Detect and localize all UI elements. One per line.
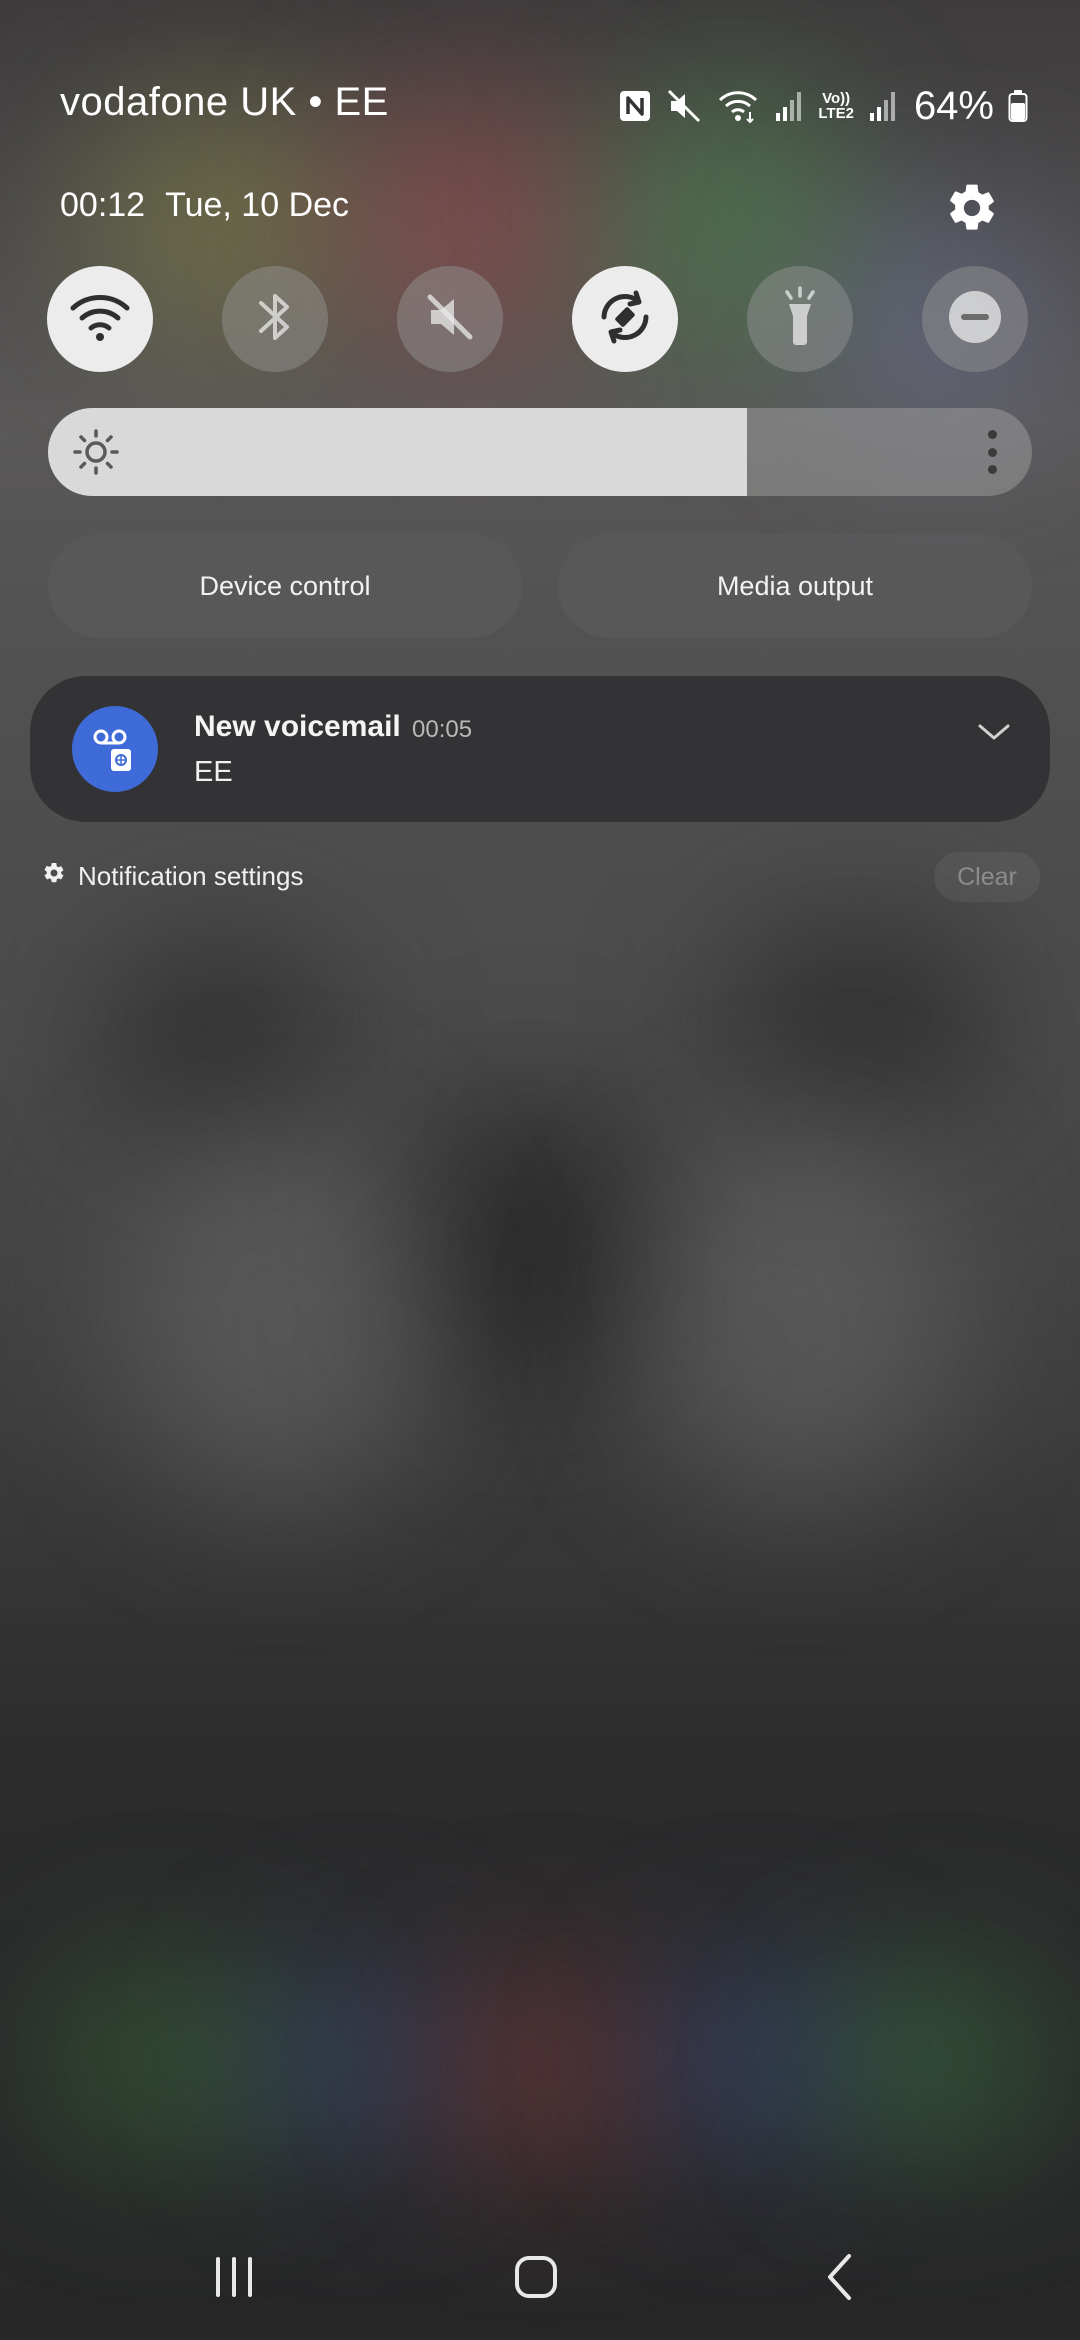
brightness-more-options-icon[interactable] xyxy=(986,430,998,474)
clear-button[interactable]: Clear xyxy=(934,852,1040,902)
dnd-icon xyxy=(947,289,1003,350)
notification-settings-label: Notification settings xyxy=(78,860,304,891)
wifi-icon xyxy=(69,290,131,349)
gear-icon xyxy=(42,861,66,892)
navigation-bar xyxy=(0,2232,1080,2324)
notification-text: EE xyxy=(194,756,233,788)
wifi-icon xyxy=(716,88,760,124)
flashlight-toggle[interactable] xyxy=(747,266,853,372)
status-icons: Vo)) LTE2 64% xyxy=(618,84,1028,128)
bluetooth-toggle[interactable] xyxy=(222,266,328,372)
chevron-down-icon[interactable] xyxy=(976,720,1012,744)
nfc-icon xyxy=(618,89,652,123)
brightness-level-fill xyxy=(48,408,747,496)
signal-icon xyxy=(774,89,804,123)
voicemail-notification[interactable]: New voicemail 00:05 EE xyxy=(30,676,1050,822)
status-bar: vodafone UK • EE Vo)) LTE2 64% xyxy=(0,0,1080,210)
media-output-button[interactable]: Media output xyxy=(558,534,1032,638)
settings-gear-icon[interactable] xyxy=(944,180,1000,236)
mute-icon xyxy=(422,289,478,350)
brightness-sun-icon xyxy=(72,428,120,476)
flashlight-icon xyxy=(777,285,823,353)
notification-settings-link[interactable]: Notification settings xyxy=(42,858,303,894)
volte-icon: Vo)) LTE2 xyxy=(818,90,854,122)
date-label: Tue, 10 Dec xyxy=(165,186,350,224)
battery-percent: 64% xyxy=(913,83,994,128)
sound-toggle[interactable] xyxy=(397,266,503,372)
back-icon[interactable] xyxy=(800,2242,880,2312)
quick-settings-row xyxy=(0,266,1080,374)
bluetooth-icon xyxy=(253,287,297,352)
date-time: 00:12 Tue, 10 Dec xyxy=(60,186,349,225)
device-control-button[interactable]: Device control xyxy=(48,534,522,638)
carrier-label: vodafone UK • EE xyxy=(60,80,389,124)
battery-icon xyxy=(1008,89,1028,123)
notification-title: New voicemail xyxy=(194,710,401,743)
brightness-slider[interactable] xyxy=(48,408,1032,496)
notification-time: 00:05 xyxy=(412,716,473,743)
rotate-icon xyxy=(592,284,658,355)
do-not-disturb-toggle[interactable] xyxy=(922,266,1028,372)
mute-icon xyxy=(666,88,702,124)
signal-icon xyxy=(868,89,898,123)
recents-icon[interactable] xyxy=(194,2242,274,2312)
clock: 00:12 xyxy=(60,186,146,224)
home-icon[interactable] xyxy=(496,2242,576,2312)
auto-rotate-toggle[interactable] xyxy=(572,266,678,372)
voicemail-icon xyxy=(72,706,158,792)
wifi-toggle[interactable] xyxy=(47,266,153,372)
